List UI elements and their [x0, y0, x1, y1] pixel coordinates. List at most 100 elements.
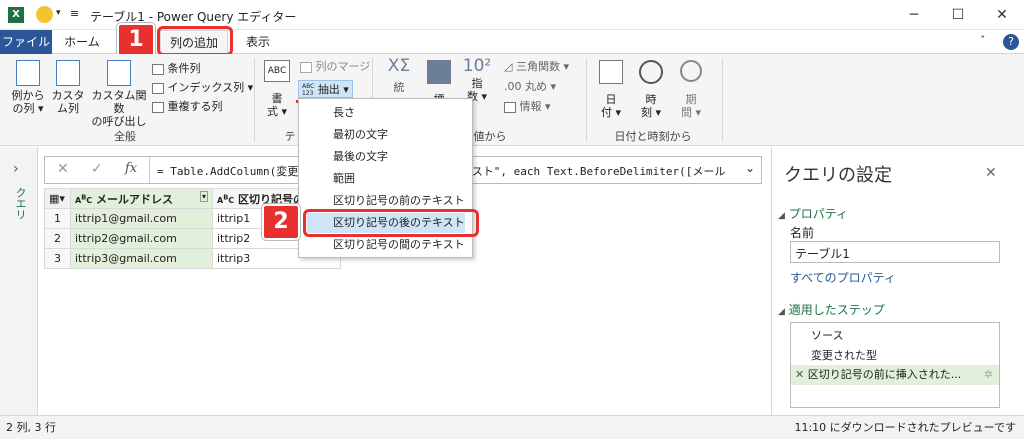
extract-button[interactable]: ABC 123 抽出 ▾	[298, 80, 353, 98]
info-icon	[504, 101, 516, 113]
query-name-input[interactable]: テーブル1	[790, 241, 1000, 263]
column-header-email[interactable]: ABC メールアドレス ▾	[70, 188, 213, 209]
callout-1-outline	[157, 26, 233, 56]
calendar-icon	[599, 60, 623, 84]
collapse-triangle-icon: ◢	[778, 211, 785, 221]
callout-2-outline	[303, 209, 479, 237]
conditional-column-button[interactable]: 条件列	[152, 60, 201, 77]
close-button[interactable]: ✕	[984, 4, 1020, 26]
queries-pane: › クエリ	[0, 147, 38, 415]
query-settings-pane: クエリの設定 ✕ ◢ プロパティ 名前 テーブル1 すべてのプロパティ ◢ 適用…	[771, 147, 1024, 415]
step-changed-type[interactable]: 変更された型	[811, 347, 877, 363]
applied-steps-list: ソース 変更された型 ✕ 区切り記号の前に挿入された... ✲	[790, 322, 1000, 408]
standard-icon	[427, 60, 451, 84]
email-cell[interactable]: ittrip3@gmail.com	[70, 248, 213, 269]
collapse-ribbon-icon[interactable]: ˇ	[980, 34, 986, 47]
scientific-button[interactable]: 10² 指 数 ▾	[462, 56, 492, 104]
name-label: 名前	[790, 226, 815, 240]
step-source[interactable]: ソース	[811, 327, 843, 343]
tab-view[interactable]: 表示	[238, 30, 278, 54]
applied-steps-heading[interactable]: ◢ 適用したステップ	[778, 301, 885, 318]
fx-table-icon	[107, 60, 131, 86]
cancel-icon[interactable]: ✕	[57, 161, 69, 177]
query-settings-title: クエリの設定	[784, 165, 892, 186]
index-column-button[interactable]: インデックス列 ▾	[152, 79, 253, 96]
formula-separator	[149, 157, 150, 183]
expand-formula-icon[interactable]: ⌄	[745, 161, 755, 175]
status-row-count: 2 列, 3 行	[6, 421, 56, 434]
column-from-examples-button[interactable]: 例から の列 ▾	[8, 60, 48, 115]
properties-heading[interactable]: ◢ プロパティ	[778, 205, 848, 222]
callout-2: 2	[262, 204, 300, 240]
tab-home[interactable]: ホーム	[58, 30, 106, 54]
filter-dropdown-icon[interactable]: ▾	[199, 190, 208, 202]
menu-item-last-characters[interactable]: 最後の文字	[307, 147, 465, 167]
abc123-icon: ABC 123	[302, 83, 315, 97]
menu-item-text-before-delimiter[interactable]: 区切り記号の前のテキスト	[307, 191, 465, 211]
date-button[interactable]: 日 付 ▾	[596, 60, 626, 119]
triangle-icon: ◿	[504, 60, 513, 73]
rounding-button[interactable]: .00 丸め ▾	[504, 78, 556, 95]
sigma-icon: XΣ	[387, 56, 411, 76]
stopwatch-icon	[680, 60, 702, 82]
text-type-icon[interactable]: ABC	[75, 193, 92, 205]
collapse-triangle-icon: ◢	[778, 307, 785, 317]
excel-icon: X	[8, 7, 24, 23]
column-from-examples-icon	[16, 60, 40, 86]
index-icon	[152, 82, 164, 94]
queries-label[interactable]: クエリ	[12, 187, 28, 220]
group-label-general: 全般	[114, 130, 136, 143]
separator	[586, 58, 587, 142]
duplicate-column-button[interactable]: 重複する列	[152, 98, 223, 115]
trigonometry-button[interactable]: ◿ 三角関数 ▾	[504, 58, 569, 75]
check-icon[interactable]: ✓	[91, 161, 103, 177]
menu-item-text-between-delimiters[interactable]: 区切り記号の間のテキスト	[307, 235, 465, 255]
separator	[722, 58, 723, 142]
close-pane-icon[interactable]: ✕	[985, 165, 997, 181]
table-row: 3 ittrip3@gmail.com ittrip3	[44, 248, 341, 269]
quick-access-icon[interactable]: ≡	[70, 7, 79, 20]
group-label-text: テ	[284, 130, 296, 143]
information-button[interactable]: 情報 ▾	[504, 98, 551, 115]
separator	[254, 58, 255, 142]
group-label-datetime: 日付と時刻から	[614, 130, 692, 143]
statistics-button[interactable]: XΣ 統	[384, 56, 414, 95]
time-button[interactable]: 時 刻 ▾	[636, 60, 666, 119]
expand-queries-icon[interactable]: ›	[13, 161, 19, 177]
help-icon[interactable]: ?	[1003, 34, 1019, 50]
menu-item-length[interactable]: 長さ	[307, 103, 465, 123]
tab-file[interactable]: ファイル	[0, 30, 52, 54]
smiley-icon[interactable]	[36, 6, 53, 23]
format-button[interactable]: ABC 書 式 ▾	[260, 60, 294, 118]
conditional-icon	[152, 63, 164, 75]
delete-step-icon[interactable]: ✕	[795, 368, 804, 381]
custom-column-icon	[56, 60, 80, 86]
exponent-icon: 10²	[462, 56, 492, 76]
step-inserted-text-before-delimiter[interactable]: ✕ 区切り記号の前に挿入された... ✲	[791, 365, 999, 385]
row-number: 1	[44, 208, 71, 229]
email-cell[interactable]: ittrip2@gmail.com	[70, 228, 213, 249]
menu-item-range[interactable]: 範囲	[307, 169, 465, 189]
minimize-button[interactable]: ─	[896, 4, 932, 26]
table-menu-icon[interactable]: ▦▾	[44, 188, 71, 209]
status-bar: 2 列, 3 行 11:10 にダウンロードされたプレビューです	[0, 415, 1024, 439]
format-icon: ABC	[264, 60, 290, 82]
maximize-button[interactable]: ☐	[940, 4, 976, 26]
custom-column-button[interactable]: カスタ ム列	[50, 60, 86, 115]
row-number: 3	[44, 248, 71, 269]
merge-icon	[300, 61, 312, 73]
email-cell[interactable]: ittrip1@gmail.com	[70, 208, 213, 229]
duration-button[interactable]: 期 間 ▾	[676, 60, 706, 119]
fx-icon[interactable]: fx	[125, 161, 137, 176]
row-number: 2	[44, 228, 71, 249]
duplicate-icon	[152, 101, 164, 113]
dropdown-icon[interactable]: ▾	[56, 8, 61, 18]
all-properties-link[interactable]: すべてのプロパティ	[790, 269, 896, 286]
text-type-icon[interactable]: ABC	[217, 193, 234, 205]
menu-item-first-characters[interactable]: 最初の文字	[307, 125, 465, 145]
rounding-icon: .00	[504, 80, 522, 93]
merge-columns-button[interactable]: 列のマージ	[300, 58, 370, 75]
invoke-custom-function-button[interactable]: カスタム関数 の呼び出し	[88, 60, 150, 128]
clock-icon	[639, 60, 663, 84]
gear-icon[interactable]: ✲	[984, 365, 993, 385]
